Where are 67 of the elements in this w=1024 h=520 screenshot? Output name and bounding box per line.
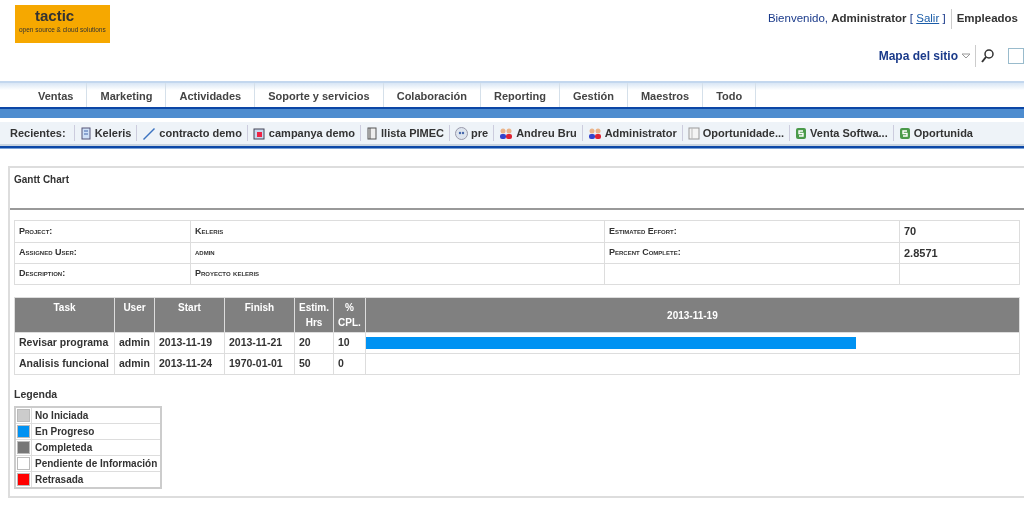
recent-label: Recientes:: [10, 125, 67, 141]
table-cell: Revisar programa: [14, 332, 115, 354]
recent-item[interactable]: Oportunida: [913, 124, 973, 142]
column-header: Estim. Hrs: [294, 297, 334, 333]
field-label: Description:: [19, 268, 66, 279]
table-cell: admin: [114, 332, 155, 354]
field-value: 2.8571: [904, 246, 938, 259]
search-field[interactable]: [1008, 48, 1024, 64]
field-label: Project:: [19, 225, 53, 236]
box-icon: [252, 126, 266, 140]
table-cell: Analisis funcional: [14, 353, 115, 375]
search-icon[interactable]: [981, 49, 994, 63]
money-icon: [795, 126, 808, 140]
legend-label: Completeda: [35, 441, 93, 453]
money-icon: [898, 126, 911, 140]
legend-label: Pendiente de Información: [35, 457, 158, 469]
field-label: Estimated Effort:: [609, 225, 677, 236]
legend-title: Legenda: [14, 387, 59, 402]
book-icon: [366, 126, 379, 140]
pen-icon: [142, 126, 157, 140]
table-cell: 2013-11-21: [224, 332, 295, 354]
welcome-text: Bienvenido,: [767, 11, 828, 27]
legend-label: Retrasada: [35, 473, 84, 485]
users-icon: [499, 126, 514, 140]
table-cell: 50: [294, 353, 334, 375]
table-cell: 2013-11-19: [154, 332, 225, 354]
dropdown-icon: [962, 53, 970, 59]
field-label: Percent Complete:: [609, 247, 681, 257]
module-name[interactable]: Empleados: [956, 10, 1018, 28]
table-cell: 1970-01-01: [224, 353, 295, 375]
user-name: Administrator: [831, 11, 907, 27]
recent-item[interactable]: llista PIMEC: [381, 124, 445, 142]
column-header: Start: [154, 297, 225, 333]
logout-link[interactable]: Salir: [916, 10, 940, 28]
bracket-text: [: [909, 11, 913, 27]
legend-label: En Progreso: [35, 425, 95, 437]
recent-item[interactable]: Venta Softwa...: [810, 124, 888, 142]
recent-item[interactable]: Andreu Bru: [516, 124, 577, 142]
field-value: admin: [195, 247, 215, 257]
table-cell: 2013-11-24: [154, 353, 225, 375]
recent-item[interactable]: contracto demo: [159, 124, 242, 142]
recent-item[interactable]: pre: [471, 124, 489, 142]
column-header: Finish: [224, 297, 295, 333]
legend-label: No Iniciada: [35, 409, 89, 421]
column-header: 2013-11-19: [365, 297, 1020, 333]
users-icon: [587, 126, 602, 140]
document-icon: [79, 126, 92, 140]
sitemap-link[interactable]: Mapa del sitio: [878, 47, 958, 65]
table-cell: 20: [294, 332, 334, 354]
recent-item[interactable]: campanya demo: [268, 124, 356, 142]
recent-item[interactable]: Administrator: [604, 124, 677, 142]
recent-item[interactable]: Keleris: [94, 124, 132, 142]
field-value: 70: [904, 225, 917, 237]
panel-title: Gantt Chart: [14, 173, 70, 187]
document-icon: [687, 126, 700, 140]
table-cell: admin: [114, 353, 155, 375]
column-header: % CPL.: [333, 297, 366, 333]
table-cell: 0: [333, 353, 366, 375]
field-value: Proyecto keleris: [195, 268, 260, 279]
bracket-text: ]: [942, 11, 946, 27]
field-value: Keleris: [195, 225, 224, 236]
table-cell: 10: [333, 332, 366, 354]
column-header: User: [114, 297, 155, 333]
quote-icon: [455, 126, 469, 140]
recent-item[interactable]: Oportunidade...: [702, 124, 785, 142]
column-header: Task: [14, 297, 115, 333]
field-label: Assigned User:: [19, 247, 77, 257]
